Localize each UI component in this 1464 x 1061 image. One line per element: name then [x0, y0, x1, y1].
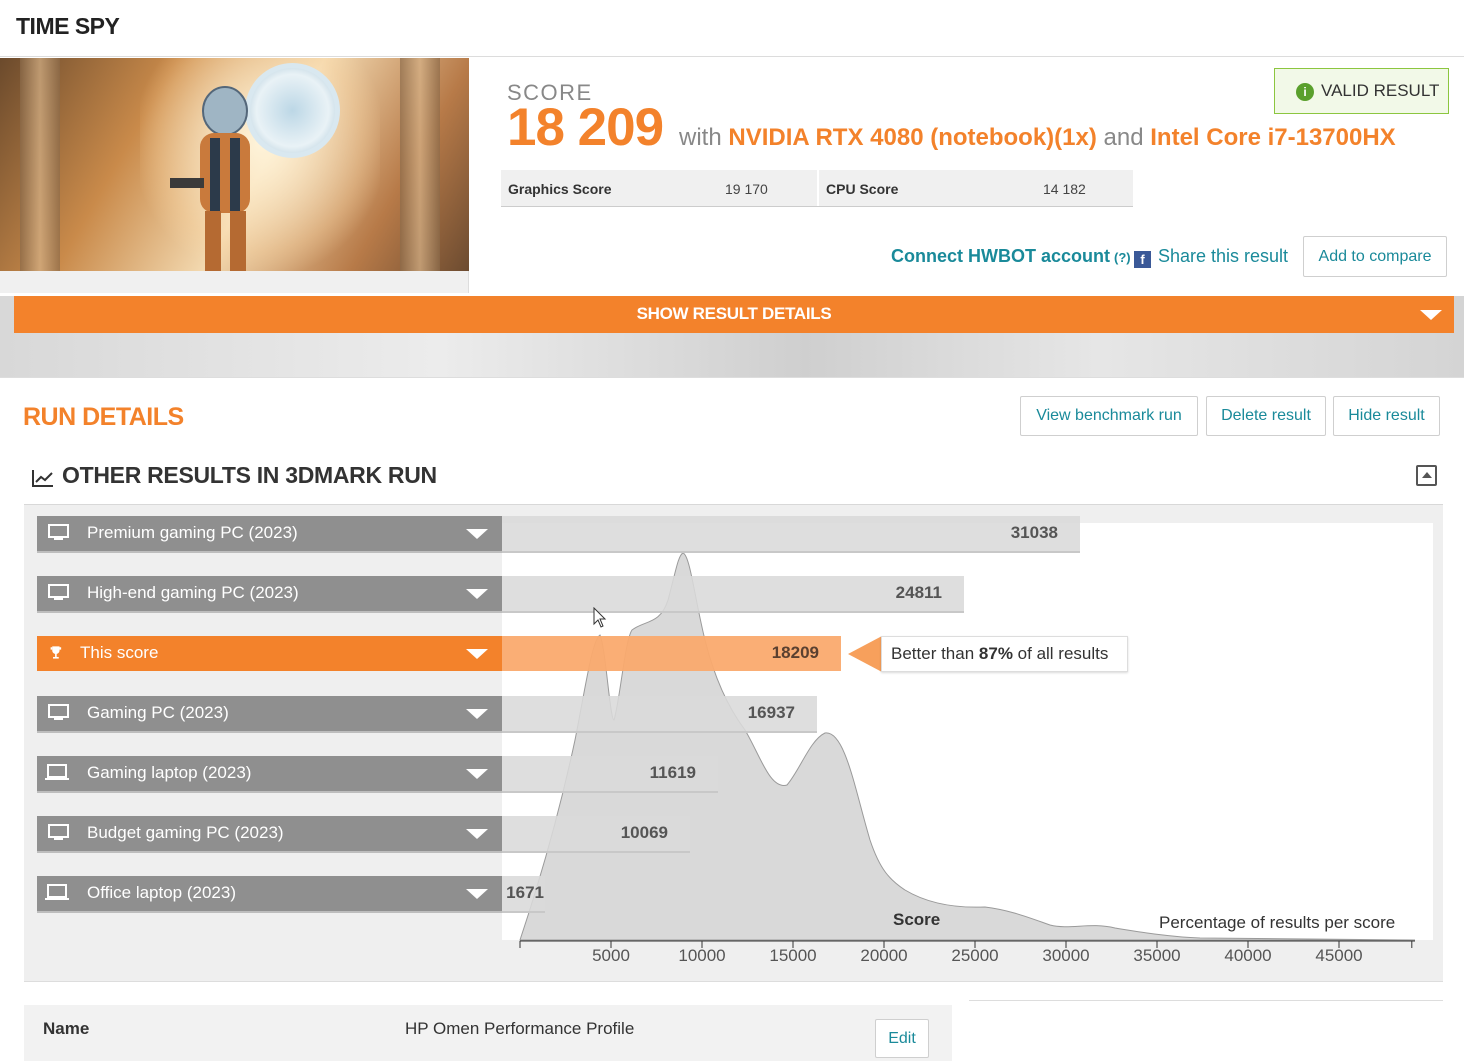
- desktop-icon: [48, 704, 69, 720]
- x-axis-title: Score: [893, 910, 941, 929]
- desktop-icon: [48, 524, 69, 540]
- name-label: Name: [43, 1019, 90, 1038]
- row-label-office-laptop-2023[interactable]: Office laptop (2023): [37, 876, 502, 911]
- row-label-text[interactable]: Premium gaming PC (2023): [87, 523, 298, 542]
- x-tick-label: 10000: [678, 946, 726, 965]
- caret-down-icon[interactable]: [466, 769, 488, 779]
- row-label-text[interactable]: Gaming PC (2023): [87, 703, 229, 722]
- score-bar-budget-gaming-pc-2023: 10069: [502, 816, 690, 851]
- row-label-gaming-pc-2023[interactable]: Gaming PC (2023): [37, 696, 502, 731]
- x-tick-label: 15000: [769, 946, 817, 965]
- name-value: HP Omen Performance Profile: [405, 1019, 635, 1038]
- x-tick-label: 30000: [1042, 946, 1090, 965]
- caret-down-icon[interactable]: [466, 829, 488, 839]
- row-label-text[interactable]: This score: [80, 643, 158, 662]
- row-label-text[interactable]: High-end gaming PC (2023): [87, 583, 299, 602]
- better-than-callout: Better than 87% of all results: [881, 636, 1128, 672]
- score-bar-this-score: 18209: [502, 636, 841, 671]
- desktop-icon: [48, 584, 69, 600]
- score-bar-office-laptop-2023: 1671: [502, 876, 545, 911]
- row-label-gaming-laptop-2023[interactable]: Gaming laptop (2023): [37, 756, 502, 791]
- caret-down-icon[interactable]: [466, 709, 488, 719]
- caret-down-icon[interactable]: [466, 649, 488, 659]
- row-label-text[interactable]: Gaming laptop (2023): [87, 763, 251, 782]
- row-label-text[interactable]: Office laptop (2023): [87, 883, 236, 902]
- score-bar-gaming-laptop-2023: 11619: [502, 756, 718, 791]
- row-label-text[interactable]: Budget gaming PC (2023): [87, 823, 284, 842]
- row-label-budget-gaming-pc-2023[interactable]: Budget gaming PC (2023): [37, 816, 502, 851]
- score-bar-high-end-gaming-pc-2023: 24811: [502, 576, 964, 611]
- x-tick-label: 5000: [592, 946, 630, 965]
- x-tick-label: 20000: [860, 946, 908, 965]
- x-tick-label: 25000: [951, 946, 999, 965]
- trophy-icon: [50, 646, 62, 659]
- x-tick-label: 40000: [1224, 946, 1272, 965]
- score-bar-premium-gaming-pc-2023: 31038: [502, 516, 1080, 551]
- laptop-icon: [45, 884, 69, 900]
- better-pointer: [848, 636, 882, 672]
- caret-down-icon[interactable]: [466, 529, 488, 539]
- x-tick-label: 45000: [1315, 946, 1363, 965]
- desktop-icon: [48, 824, 69, 840]
- caret-down-icon[interactable]: [466, 589, 488, 599]
- y-axis-title: Percentage of results per score: [1159, 913, 1396, 932]
- score-bar-gaming-pc-2023: 16937: [502, 696, 817, 731]
- edit-name-button[interactable]: Edit: [875, 1019, 929, 1058]
- row-label-this-score[interactable]: This score: [37, 636, 502, 671]
- distribution-curve: [519, 552, 1416, 941]
- caret-down-icon[interactable]: [466, 889, 488, 899]
- mouse-cursor-icon: [593, 607, 607, 628]
- laptop-icon: [45, 764, 69, 780]
- row-label-premium-gaming-pc-2023[interactable]: Premium gaming PC (2023): [37, 516, 502, 551]
- x-tick-label: 35000: [1133, 946, 1181, 965]
- row-label-high-end-gaming-pc-2023[interactable]: High-end gaming PC (2023): [37, 576, 502, 611]
- profile-name-row: Name HP Omen Performance Profile: [24, 1005, 952, 1061]
